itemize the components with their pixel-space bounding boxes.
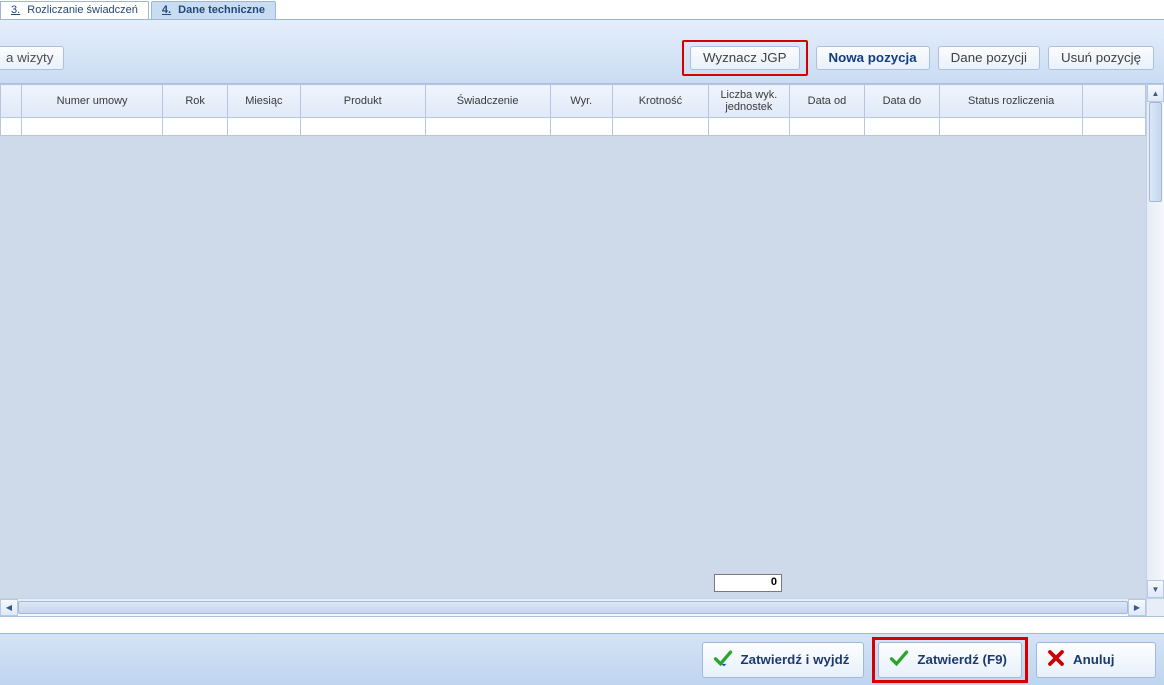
scroll-down-icon[interactable]: ▼ (1147, 580, 1164, 598)
scroll-thumb[interactable] (18, 601, 1128, 614)
col-numer-umowy[interactable]: Numer umowy (21, 85, 163, 118)
nowa-pozycja-button[interactable]: Nowa pozycja (816, 46, 930, 70)
col-status[interactable]: Status rozliczenia (939, 85, 1083, 118)
col-rok[interactable]: Rok (163, 85, 228, 118)
usun-pozycje-button[interactable]: Usuń pozycję (1048, 46, 1154, 70)
table-row[interactable] (1, 118, 1146, 136)
horizontal-scrollbar[interactable]: ◀ ▶ (0, 598, 1146, 616)
table-wrapper: Numer umowy Rok Miesiąc Produkt Świadcze… (0, 84, 1164, 617)
button-label: Anuluj (1073, 652, 1114, 667)
tab-label: Dane techniczne (178, 4, 265, 16)
spacer (0, 617, 1164, 633)
col-data-do[interactable]: Data do (864, 85, 939, 118)
close-icon (1047, 649, 1065, 670)
zatwierdz-i-wyjdz-button[interactable]: Zatwierdź i wyjdź (702, 642, 865, 678)
button-label: Zatwierdź (F9) (917, 652, 1007, 667)
wizyty-button[interactable]: a wizyty (0, 46, 64, 70)
col-wyr[interactable]: Wyr. (550, 85, 612, 118)
tab-label: Rozliczanie świadczeń (27, 4, 138, 16)
table-header-row: Numer umowy Rok Miesiąc Produkt Świadcze… (1, 85, 1146, 118)
scroll-corner (1146, 598, 1164, 616)
scroll-thumb[interactable] (1149, 102, 1162, 202)
summary-total: 0 (714, 574, 782, 592)
col-extra[interactable] (1083, 85, 1146, 118)
tab-number: 3. (11, 4, 20, 16)
button-label: Zatwierdź i wyjdź (741, 652, 850, 667)
highlight-zatwierdz: Zatwierdź (F9) (872, 637, 1028, 683)
zatwierdz-button[interactable]: Zatwierdź (F9) (878, 642, 1022, 678)
data-grid[interactable]: Numer umowy Rok Miesiąc Produkt Świadcze… (0, 84, 1146, 136)
vertical-scrollbar[interactable]: ▲ ▼ (1146, 84, 1164, 598)
col-selector[interactable] (1, 85, 22, 118)
col-swiadczenie[interactable]: Świadczenie (425, 85, 550, 118)
scroll-left-icon[interactable]: ◀ (0, 599, 18, 616)
wyznacz-jgp-button[interactable]: Wyznacz JGP (690, 46, 800, 70)
footer-bar: Zatwierdź i wyjdź Zatwierdź (F9) Anuluj (0, 633, 1164, 685)
col-data-od[interactable]: Data od (789, 85, 864, 118)
col-krotnosc[interactable]: Krotność (613, 85, 709, 118)
dane-pozycji-button[interactable]: Dane pozycji (938, 46, 1040, 70)
highlight-wyznacz-jgp: Wyznacz JGP (682, 40, 808, 76)
check-arrow-icon (713, 648, 733, 671)
tab-dane-techniczne[interactable]: 4. Dane techniczne (151, 1, 276, 19)
col-liczba-jednostek[interactable]: Liczba wyk. jednostek (708, 85, 789, 118)
anuluj-button[interactable]: Anuluj (1036, 642, 1156, 678)
toolbar: a wizyty Wyznacz JGP Nowa pozycja Dane p… (0, 20, 1164, 84)
col-produkt[interactable]: Produkt (300, 85, 425, 118)
tab-number: 4. (162, 4, 171, 16)
scroll-right-icon[interactable]: ▶ (1128, 599, 1146, 616)
tabs-bar: 3. Rozliczanie świadczeń 4. Dane technic… (0, 0, 1164, 20)
scroll-up-icon[interactable]: ▲ (1147, 84, 1164, 102)
tab-rozliczanie[interactable]: 3. Rozliczanie świadczeń (0, 1, 149, 19)
check-icon (889, 648, 909, 671)
col-miesiac[interactable]: Miesiąc (227, 85, 300, 118)
